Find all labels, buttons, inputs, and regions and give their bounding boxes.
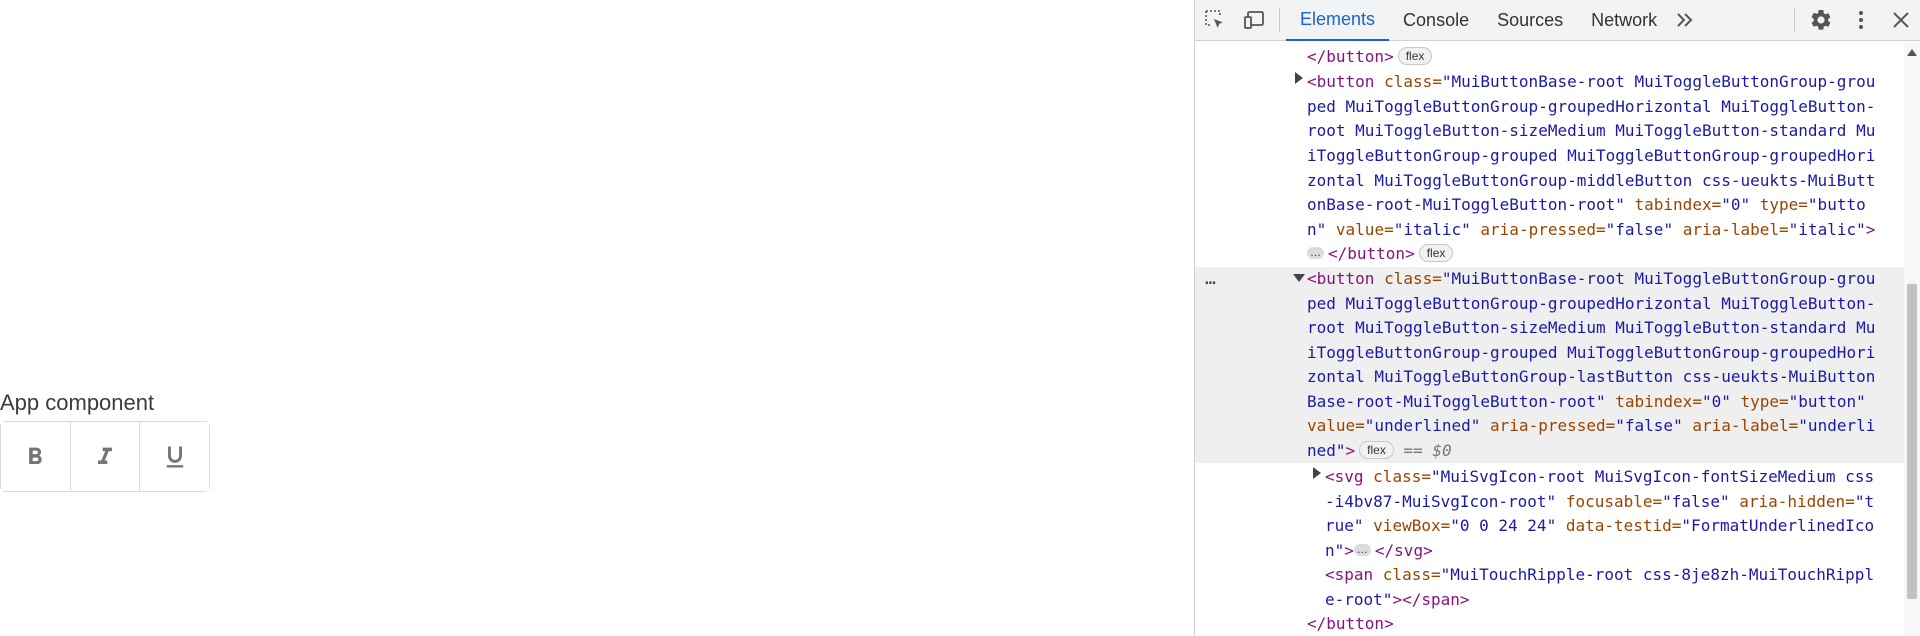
bold-icon xyxy=(29,447,43,464)
scroll-up-arrow-icon[interactable] xyxy=(1907,49,1917,56)
dom-line: zontal MuiToggleButtonGroup-lastButton c… xyxy=(1307,367,1876,386)
dom-line: ped MuiToggleButtonGroup-groupedHorizont… xyxy=(1307,97,1876,116)
dom-line: value="underlined" aria-pressed="false" … xyxy=(1307,416,1876,435)
underline-icon xyxy=(166,446,183,467)
dom-line[interactable]: <svg class="MuiSvgIcon-root MuiSvgIcon-f… xyxy=(1325,465,1874,490)
elements-tree: </button> flex <button class="MuiButtonBa… xyxy=(1195,41,1905,636)
dom-line: iToggleButtonGroup-grouped MuiToggleButt… xyxy=(1307,343,1876,362)
italic-toggle-button[interactable] xyxy=(70,422,141,491)
bold-toggle-button[interactable] xyxy=(1,422,71,491)
expand-triangle-icon[interactable] xyxy=(1313,467,1321,479)
devtools-toolbar: Elements Console Sources Network xyxy=(1195,0,1920,41)
node-actions-icon[interactable]: … xyxy=(1205,267,1216,292)
expand-triangle-icon[interactable] xyxy=(1295,72,1303,84)
dom-line[interactable]: <button class="MuiButtonBase-root MuiTog… xyxy=(1307,70,1875,95)
flex-badge[interactable]: flex xyxy=(1418,244,1454,262)
close-icon[interactable] xyxy=(1881,0,1920,41)
flex-badge[interactable]: flex xyxy=(1397,47,1433,65)
dom-line[interactable]: … </button> flex xyxy=(1307,242,1454,267)
dom-line: Base-root-MuiToggleButton-root" tabindex… xyxy=(1307,392,1866,411)
dom-line: root MuiToggleButton-sizeMedium MuiToggl… xyxy=(1307,318,1876,337)
dom-line: ned"> flex == $0 xyxy=(1307,441,1452,460)
device-toolbar-icon[interactable] xyxy=(1235,0,1275,41)
dom-line: -i4bv87-MuiSvgIcon-root" focusable="fals… xyxy=(1325,492,1875,511)
dom-line: onBase-root-MuiToggleButton-root" tabind… xyxy=(1307,195,1866,214)
app-viewport: App component xyxy=(0,0,1194,636)
app-title: App component xyxy=(0,390,155,415)
dom-line: rue" viewBox="0 0 24 24" data-testid="Fo… xyxy=(1325,516,1875,535)
collapsed-content-ellipsis[interactable]: … xyxy=(1307,247,1324,259)
elements-scrollbar[interactable] xyxy=(1904,41,1920,636)
dom-line: root MuiToggleButton-sizeMedium MuiToggl… xyxy=(1307,121,1876,140)
collapse-triangle-icon[interactable] xyxy=(1293,274,1305,282)
dom-line[interactable]: </button> xyxy=(1307,612,1394,636)
tab-network[interactable]: Network xyxy=(1577,0,1671,41)
dom-line[interactable]: </button> flex xyxy=(1307,45,1433,70)
dom-line: n">… </svg> xyxy=(1325,541,1433,560)
devtools-panel: Elements Console Sources Network </butto… xyxy=(1194,0,1920,636)
dom-line: ped MuiToggleButtonGroup-groupedHorizont… xyxy=(1307,294,1876,313)
tab-elements[interactable]: Elements xyxy=(1286,0,1390,41)
tab-console[interactable]: Console xyxy=(1389,0,1483,41)
dom-line: n" value="italic" aria-pressed="false" a… xyxy=(1307,220,1876,239)
kebab-menu-icon[interactable] xyxy=(1841,0,1881,41)
format-toggle-group xyxy=(0,421,210,492)
inspect-element-icon[interactable] xyxy=(1195,0,1235,41)
dom-line: zontal MuiToggleButtonGroup-middleButton… xyxy=(1307,171,1876,190)
tab-sources[interactable]: Sources xyxy=(1483,0,1577,41)
selected-node-marker: == $0 xyxy=(1403,441,1452,460)
toolbar-divider-2 xyxy=(1794,8,1795,32)
more-tabs-icon[interactable] xyxy=(1671,0,1699,41)
settings-icon[interactable] xyxy=(1801,0,1841,41)
italic-icon xyxy=(98,447,112,464)
dom-line[interactable]: <span class="MuiTouchRipple-root css-8je… xyxy=(1325,563,1874,588)
dom-line: e-root"></span> xyxy=(1325,590,1470,609)
flex-badge[interactable]: flex xyxy=(1359,441,1394,459)
scrollbar-thumb[interactable] xyxy=(1907,284,1917,599)
toolbar-divider xyxy=(1279,8,1280,32)
dom-line-selected[interactable]: <button class="MuiButtonBase-root MuiTog… xyxy=(1307,267,1875,292)
collapsed-content-ellipsis[interactable]: … xyxy=(1353,544,1371,556)
dom-line: iToggleButtonGroup-grouped MuiToggleButt… xyxy=(1307,146,1876,165)
underline-toggle-button[interactable] xyxy=(140,422,210,491)
